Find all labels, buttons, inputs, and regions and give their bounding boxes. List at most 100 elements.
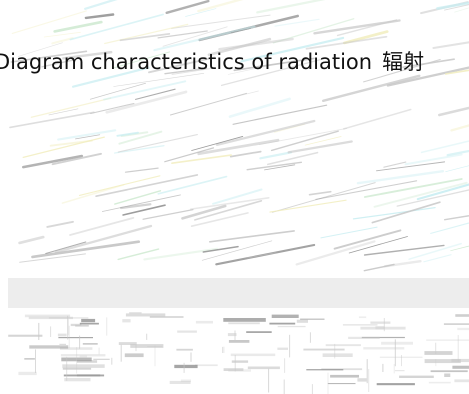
streak-artifact <box>352 206 436 220</box>
block-artifact <box>443 323 469 325</box>
block-artifact <box>183 362 185 373</box>
block-artifact <box>393 364 395 374</box>
streak-artifact <box>84 0 118 10</box>
block-artifact <box>457 327 469 331</box>
block-artifact <box>223 368 244 371</box>
block-artifact <box>457 335 459 362</box>
block-artifact <box>190 352 192 362</box>
block-artifact <box>18 371 37 376</box>
block-artifact <box>98 347 100 355</box>
block-artifact <box>300 318 325 320</box>
block-artifact <box>268 368 270 393</box>
block-artifact <box>66 356 68 381</box>
streak-artifact <box>124 167 159 173</box>
streak-artifact <box>18 235 45 245</box>
streak-artifact <box>197 138 280 156</box>
streak-artifact <box>420 140 469 154</box>
block-artifact <box>154 345 156 367</box>
block-artifact <box>399 375 434 378</box>
streak-artifact <box>105 90 188 114</box>
streak-artifact <box>114 190 162 205</box>
streak-artifact <box>117 134 198 153</box>
block-artifact <box>174 364 198 369</box>
block-artifact <box>79 322 99 325</box>
block-artifact <box>135 345 137 352</box>
block-artifact <box>38 322 40 340</box>
block-artifact <box>327 372 329 394</box>
block-artifact <box>146 333 148 340</box>
streak-artifact <box>229 150 262 158</box>
block-artifact <box>430 370 468 373</box>
block-artifact <box>368 369 370 392</box>
block-artifact <box>58 337 93 339</box>
streak-artifact <box>84 13 115 20</box>
streak-artifact <box>342 108 412 130</box>
caption-chinese: 辐射 <box>382 50 425 74</box>
streak-artifact <box>356 170 445 185</box>
streak-artifact <box>43 31 81 38</box>
block-artifact <box>271 314 299 318</box>
streak-artifact <box>101 194 181 212</box>
block-artifact <box>62 364 105 368</box>
streak-artifact <box>450 124 469 132</box>
streak-artifact <box>436 1 469 10</box>
block-artifact <box>63 374 105 377</box>
block-artifact <box>426 339 469 341</box>
streak-artifact <box>157 175 228 195</box>
block-artifact <box>130 344 164 348</box>
block-artifact <box>289 334 291 358</box>
block-artifact <box>269 322 296 325</box>
block-artifact <box>59 343 66 345</box>
block-artifact <box>8 334 43 337</box>
block-artifact <box>228 322 260 325</box>
streak-artifact <box>57 129 117 141</box>
block-artifact <box>129 312 142 314</box>
streak-artifact <box>308 190 332 196</box>
block-artifact <box>111 357 113 365</box>
streak-artifact <box>295 240 376 266</box>
block-artifact <box>376 383 415 386</box>
block-artifact <box>149 316 184 318</box>
block-artifact <box>455 314 469 317</box>
streak-artifact <box>320 226 378 239</box>
block-artifact <box>370 321 391 324</box>
block-artifact <box>234 355 236 372</box>
block-artifact <box>401 355 402 367</box>
block-artifact <box>76 347 78 374</box>
block-artifact <box>452 365 469 369</box>
block-artifact <box>424 351 453 355</box>
block-artifact <box>424 359 461 364</box>
streak-artifact <box>46 220 74 228</box>
block-artifact <box>394 339 396 367</box>
streak-artifact <box>437 106 469 117</box>
block-artifact <box>435 342 437 354</box>
block-artifact <box>284 358 286 373</box>
streak-artifact <box>164 147 215 163</box>
block-artifact <box>234 330 236 343</box>
scan-canvas: Diagram characteristics of radiation 辐射 <box>0 0 469 394</box>
block-artifact <box>67 319 69 336</box>
streak-artifact <box>404 153 463 166</box>
block-artifact <box>277 325 306 328</box>
streak-artifact <box>169 92 248 116</box>
block-artifact <box>342 324 378 326</box>
streak-artifact <box>432 41 469 50</box>
block-artifact <box>358 316 367 319</box>
block-artifact <box>57 333 67 337</box>
streak-artifact <box>247 252 276 259</box>
block-artifact <box>357 378 367 382</box>
streak-artifact <box>53 20 103 33</box>
block-artifact <box>222 346 224 353</box>
block-artifact <box>246 331 272 333</box>
streak-artifact <box>383 260 422 268</box>
streak-artifact <box>171 154 232 164</box>
block-artifact <box>381 341 413 345</box>
block-artifact <box>306 369 344 371</box>
streak-artifact <box>363 244 445 256</box>
block-artifact <box>82 343 98 345</box>
streak-artifact <box>190 212 249 227</box>
block-artifact <box>223 346 225 353</box>
block-artifact <box>435 359 437 367</box>
block-artifact <box>444 373 451 377</box>
block-artifact <box>176 348 193 351</box>
